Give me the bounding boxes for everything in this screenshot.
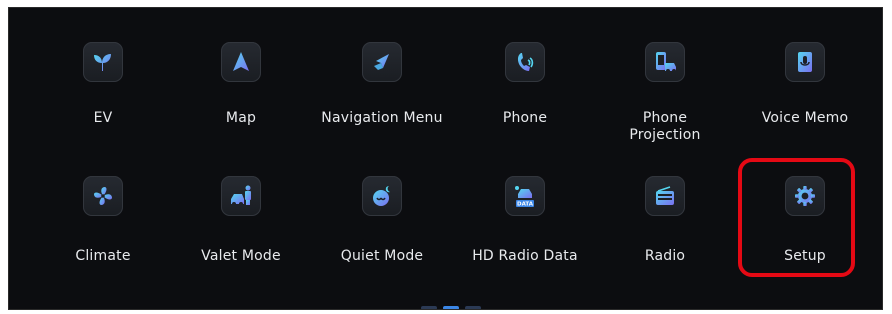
compass-icon	[362, 42, 402, 82]
app-label: Valet Mode	[201, 248, 281, 264]
fan-icon	[83, 176, 123, 216]
app-label: Climate	[75, 248, 131, 264]
app-tile-climate[interactable]: Climate	[33, 176, 173, 264]
quiet-mode-icon	[362, 176, 402, 216]
app-tile-quiet-mode[interactable]: Quiet Mode	[312, 176, 452, 264]
app-tile-radio[interactable]: Radio	[595, 176, 735, 264]
page-dot-active[interactable]	[443, 306, 459, 309]
app-tile-phone[interactable]: Phone	[455, 42, 595, 126]
app-tile-voice-memo[interactable]: Voice Memo	[735, 42, 875, 126]
data-badge: DATA	[517, 202, 534, 208]
app-label: Quiet Mode	[340, 248, 424, 264]
app-label: Navigation Menu	[321, 110, 443, 126]
app-label: Phone	[502, 110, 548, 126]
app-label: EV	[93, 110, 113, 126]
app-label: Map	[225, 110, 257, 126]
app-label: Voice Memo	[761, 110, 849, 126]
valet-icon	[221, 176, 261, 216]
hd-radio-data-icon: DATA	[505, 176, 545, 216]
phone-icon	[505, 42, 545, 82]
page-dot[interactable]	[465, 306, 481, 309]
leaf-icon	[83, 42, 123, 82]
app-tile-map[interactable]: Map	[171, 42, 311, 126]
setup-highlight-outline	[738, 158, 855, 277]
app-tile-hd-radio-data[interactable]: DATA HD Radio Data	[455, 176, 595, 264]
app-label: HD Radio Data	[472, 248, 578, 264]
page-dot[interactable]	[421, 306, 437, 309]
radio-icon	[645, 176, 685, 216]
voice-memo-icon	[785, 42, 825, 82]
app-tile-valet-mode[interactable]: Valet Mode	[171, 176, 311, 264]
app-tile-navigation-menu[interactable]: Navigation Menu	[312, 42, 452, 126]
app-tile-ev[interactable]: EV	[33, 42, 173, 126]
phone-projection-icon	[645, 42, 685, 82]
app-label: Phone Projection	[629, 110, 701, 143]
page-indicator	[421, 306, 491, 309]
app-tile-phone-projection[interactable]: Phone Projection	[595, 42, 735, 143]
navigation-arrow-icon	[221, 42, 261, 82]
app-label: Radio	[644, 248, 686, 264]
